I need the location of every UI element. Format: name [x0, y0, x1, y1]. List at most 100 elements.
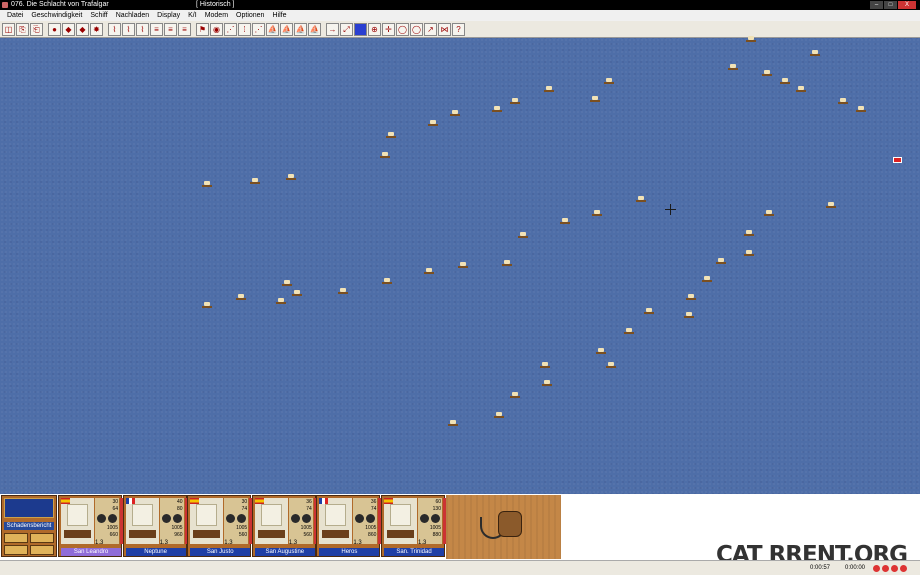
ship-marker[interactable]	[450, 110, 460, 116]
signal-button-a[interactable]	[4, 533, 28, 543]
ship-marker[interactable]	[604, 78, 614, 84]
ship-card[interactable]: 40 80 1005 960 1.3 Neptune	[122, 495, 188, 557]
copy-icon[interactable]: ⎘	[16, 23, 29, 36]
arrow-icon[interactable]: →	[326, 23, 339, 36]
formation-a-icon[interactable]: ⋰	[224, 23, 237, 36]
ship-marker[interactable]	[684, 312, 694, 318]
ship-name[interactable]: Neptune	[125, 548, 186, 556]
ship-card[interactable]: 30 64 1005 660 1.3 San Leandro	[58, 495, 123, 557]
formation-b-icon[interactable]: ⁞	[238, 23, 251, 36]
compass-icon[interactable]: ◉	[210, 23, 223, 36]
ship-marker[interactable]	[826, 202, 836, 208]
ship-marker[interactable]	[810, 50, 820, 56]
ship-marker[interactable]	[382, 278, 392, 284]
target-icon[interactable]: ✛	[382, 23, 395, 36]
ship-marker[interactable]	[492, 106, 502, 112]
ship-marker[interactable]	[702, 276, 712, 282]
ship-marker[interactable]	[276, 298, 286, 304]
ship-marker[interactable]	[502, 260, 512, 266]
ship-marker[interactable]	[644, 308, 654, 314]
help-icon[interactable]: ?	[452, 23, 465, 36]
ship-marker[interactable]	[780, 78, 790, 84]
ship-marker[interactable]	[338, 288, 348, 294]
ship-marker[interactable]	[716, 258, 726, 264]
signal-button-d[interactable]	[30, 545, 54, 555]
ship-marker[interactable]	[518, 232, 528, 238]
ship-name[interactable]: San Augustine	[254, 548, 315, 556]
ship-marker[interactable]	[282, 280, 292, 286]
ship-marker[interactable]	[494, 412, 504, 418]
close-button[interactable]: X	[898, 1, 916, 9]
formation-c-icon[interactable]: ⋰	[252, 23, 265, 36]
ship-marker[interactable]	[250, 178, 260, 184]
signal-button-b[interactable]	[30, 533, 54, 543]
ship-marker[interactable]	[744, 250, 754, 256]
minimize-button[interactable]: –	[870, 1, 883, 9]
ship-card[interactable]: 60 130 1005 880 1.3 San. Trinidad	[381, 495, 446, 557]
menu-hilfe[interactable]: Hilfe	[268, 10, 290, 21]
ship-card[interactable]: 36 74 1005 860 1.3 Heros	[316, 495, 382, 557]
menu-nachladen[interactable]: Nachladen	[112, 10, 153, 21]
ship-marker[interactable]	[596, 348, 606, 354]
ship-name[interactable]: San Leandro	[61, 548, 121, 556]
ship-marker[interactable]	[510, 392, 520, 398]
battle-map[interactable]	[0, 36, 920, 494]
ship-marker[interactable]	[838, 98, 848, 104]
menu-ki[interactable]: K/I	[184, 10, 201, 21]
stop-icon[interactable]: ●	[48, 23, 61, 36]
sail-a-icon[interactable]: ≡	[150, 23, 163, 36]
curve-icon[interactable]: ↗	[424, 23, 437, 36]
signal-button-c[interactable]	[4, 545, 28, 555]
ship-marker[interactable]	[510, 98, 520, 104]
ship-marker[interactable]	[686, 294, 696, 300]
ship-marker[interactable]	[636, 196, 646, 202]
ship-marker[interactable]	[424, 268, 434, 274]
menu-optionen[interactable]: Optionen	[232, 10, 268, 21]
ship-marker[interactable]	[458, 262, 468, 268]
reload-a-icon[interactable]: ⌇	[108, 23, 121, 36]
ship-marker[interactable]	[590, 96, 600, 102]
damage-report-button[interactable]: Schadensbericht	[4, 522, 54, 530]
ship-marker[interactable]	[448, 420, 458, 426]
ship-b-icon[interactable]: ⛵	[280, 23, 293, 36]
ship-marker[interactable]	[236, 294, 246, 300]
sail-c-icon[interactable]: ≡	[178, 23, 191, 36]
ship-marker[interactable]	[746, 36, 756, 42]
fire2-icon[interactable]: ◆	[76, 23, 89, 36]
ship-marker[interactable]	[744, 230, 754, 236]
ship-marker[interactable]	[202, 302, 212, 308]
ship-marker[interactable]	[540, 362, 550, 368]
menu-datei[interactable]: Datei	[3, 10, 27, 21]
ship-name[interactable]: Heros	[319, 548, 380, 556]
menu-modem[interactable]: Modem	[201, 10, 232, 21]
maximize-button[interactable]: □	[884, 1, 897, 9]
ship-marker[interactable]	[286, 174, 296, 180]
menu-schiff[interactable]: Schiff	[86, 10, 111, 21]
ship-marker[interactable]	[386, 132, 396, 138]
ship-name[interactable]: San. Trinidad	[384, 548, 444, 556]
ship-marker[interactable]	[202, 181, 212, 187]
ship-name[interactable]: San Justo	[190, 548, 251, 556]
sail-b-icon[interactable]: ≡	[164, 23, 177, 36]
ship-marker[interactable]	[592, 210, 602, 216]
ship-marker[interactable]	[560, 218, 570, 224]
reload-b-icon[interactable]: ⌇	[122, 23, 135, 36]
select-icon[interactable]: ⤢	[340, 23, 353, 36]
ship-marker[interactable]	[606, 362, 616, 368]
ship-marker[interactable]	[380, 152, 390, 158]
move-icon[interactable]: ⊕	[368, 23, 381, 36]
select-blue-icon[interactable]: ■	[354, 23, 367, 36]
ship-c-icon[interactable]: ⛵	[294, 23, 307, 36]
enemy-flag-marker[interactable]	[893, 157, 902, 163]
ship-marker[interactable]	[428, 120, 438, 126]
ship-marker[interactable]	[728, 64, 738, 70]
ship-d-icon[interactable]: ⛵	[308, 23, 321, 36]
ship-card[interactable]: 30 74 1005 560 1.3 San Justo	[187, 495, 253, 557]
menu-geschwindigkeit[interactable]: Geschwindigkeit	[27, 10, 86, 21]
paste-icon[interactable]: ⎗	[30, 23, 43, 36]
fleet-emblem[interactable]	[4, 498, 54, 518]
bulb-b-icon[interactable]: ◯	[410, 23, 423, 36]
new-icon[interactable]: ◫	[2, 23, 15, 36]
fire-icon[interactable]: ◆	[62, 23, 75, 36]
ship-a-icon[interactable]: ⛵	[266, 23, 279, 36]
